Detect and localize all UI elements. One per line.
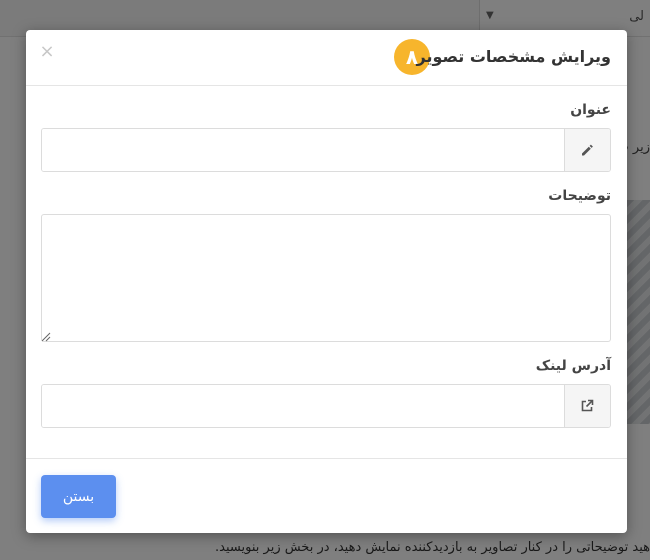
title-input-group: [41, 128, 611, 172]
title-label: عنوان: [570, 102, 611, 118]
title-input[interactable]: [42, 129, 564, 171]
resize-handle-icon[interactable]: [41, 332, 51, 342]
modal-footer: بستن: [26, 458, 627, 533]
link-input-group: [41, 384, 611, 428]
modal-title: ویرایش مشخصات تصویر: [416, 47, 612, 66]
close-button[interactable]: بستن: [41, 475, 116, 518]
modal-header: × ۸ ویرایش مشخصات تصویر: [26, 30, 627, 86]
edit-image-dialog: × ۸ ویرایش مشخصات تصویر عنوان توضیحات آد…: [26, 30, 627, 533]
description-label: توضیحات: [548, 188, 611, 204]
link-label: آدرس لینک: [535, 358, 611, 374]
external-link-icon: [581, 399, 594, 412]
link-addon: [564, 385, 610, 427]
description-textarea[interactable]: [41, 214, 611, 342]
close-icon[interactable]: ×: [38, 42, 56, 62]
title-addon: [564, 129, 610, 171]
pencil-icon: [582, 144, 593, 156]
link-input[interactable]: [42, 385, 564, 427]
